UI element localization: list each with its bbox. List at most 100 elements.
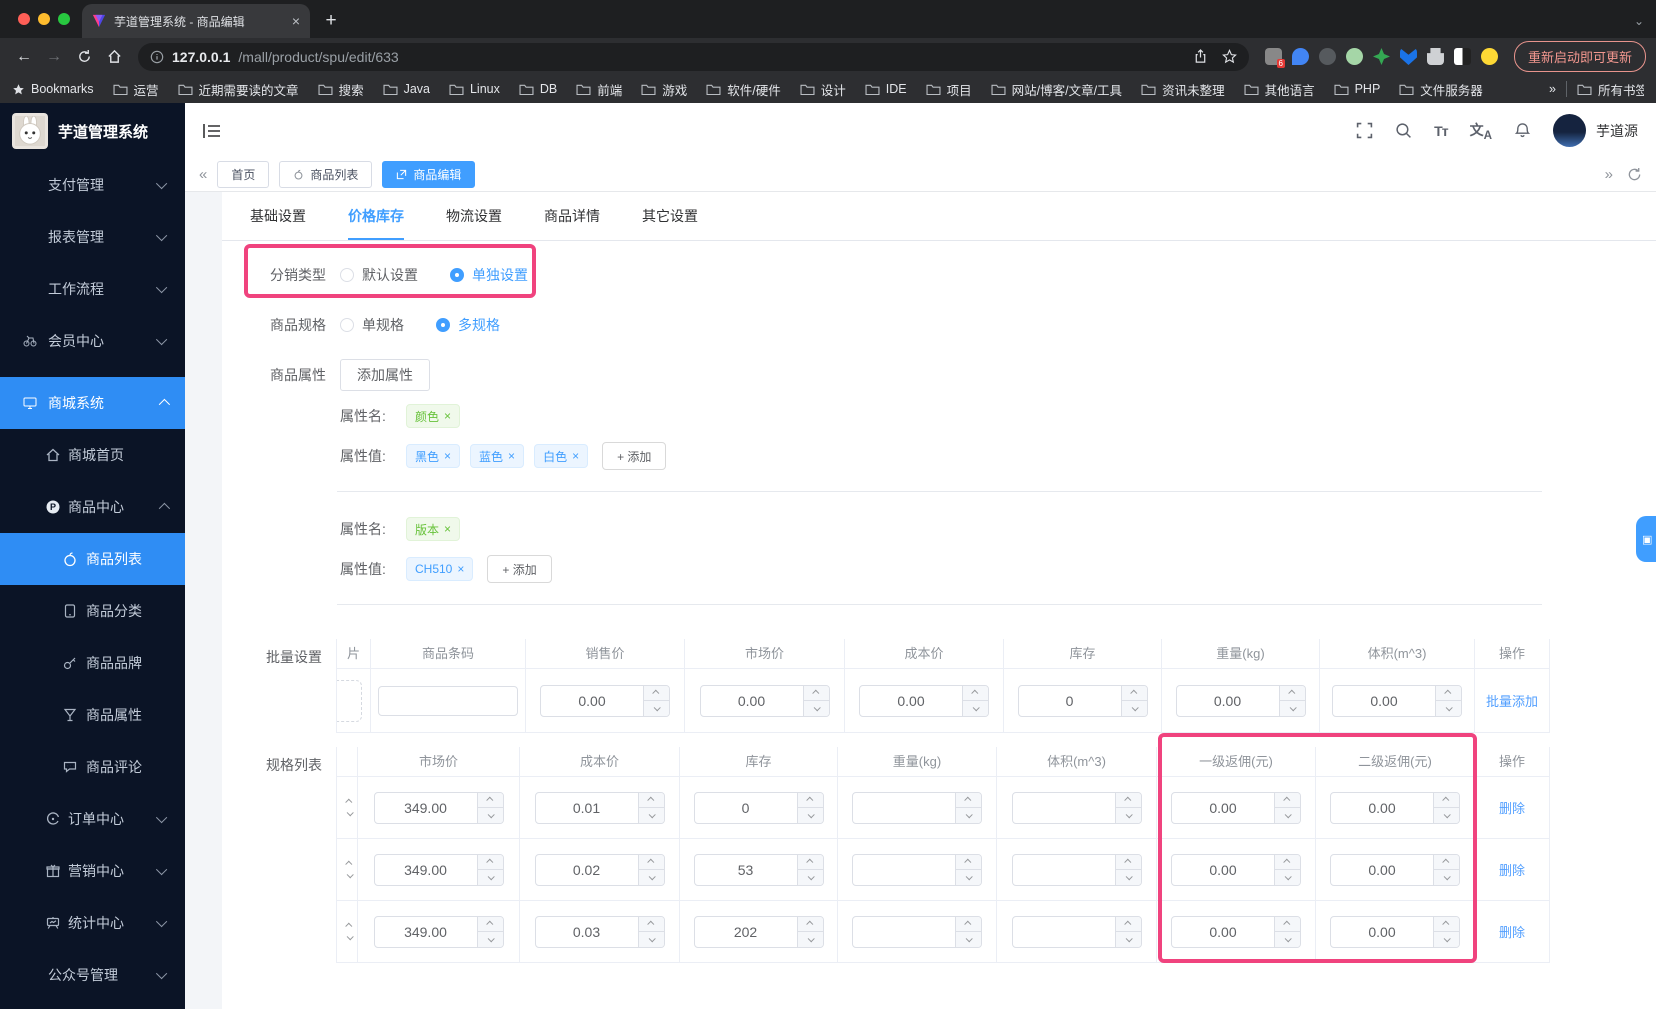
increase-button[interactable]: [1275, 916, 1300, 932]
stock-input[interactable]: [693, 791, 824, 824]
dark-extension-icon[interactable]: [1318, 48, 1336, 65]
close-window-button[interactable]: [18, 13, 30, 25]
volume-input[interactable]: [1011, 791, 1142, 824]
breadcrumb-tag-product-list[interactable]: 商品列表: [279, 161, 373, 188]
profile-avatar-icon[interactable]: [1480, 48, 1498, 65]
bookmark-folder[interactable]: 搜索: [318, 80, 364, 99]
bookmark-folder[interactable]: 其他语言: [1244, 80, 1315, 99]
bookmark-folder[interactable]: 文件服务器: [1399, 80, 1483, 99]
close-icon[interactable]: ×: [444, 449, 451, 463]
drop-extension-icon[interactable]: [1291, 48, 1309, 65]
radio-multi-spec[interactable]: 多规格: [436, 315, 500, 335]
star-extension-icon[interactable]: [1372, 48, 1390, 65]
decrease-button[interactable]: [956, 808, 981, 823]
adguard-extension-icon[interactable]: 6: [1264, 48, 1285, 68]
share-icon[interactable]: [1193, 49, 1208, 64]
decrease-button[interactable]: [963, 701, 988, 716]
sidebar-item-report[interactable]: 报表管理: [0, 211, 185, 263]
close-icon[interactable]: ×: [572, 449, 579, 463]
decrease-button[interactable]: [797, 870, 823, 885]
bookmark-folder[interactable]: 游戏: [641, 80, 687, 99]
tab-product-detail[interactable]: 商品详情: [544, 206, 600, 240]
increase-button[interactable]: [956, 916, 981, 932]
decrease-button[interactable]: [803, 701, 829, 716]
browser-tab[interactable]: 芋道管理系统 - 商品编辑 ×: [82, 4, 310, 38]
forward-icon[interactable]: →: [40, 43, 68, 71]
decrease-button[interactable]: [1115, 932, 1141, 947]
decrease-button[interactable]: [1121, 701, 1147, 716]
increase-button[interactable]: [477, 854, 503, 870]
sidebar-item-mall-system[interactable]: 商城系统: [0, 377, 185, 429]
weight-input[interactable]: [852, 915, 982, 948]
commission2-input[interactable]: [1330, 791, 1460, 824]
reload-icon[interactable]: [70, 43, 98, 71]
language-icon[interactable]: 文A: [1470, 120, 1492, 142]
decrease-button[interactable]: [956, 932, 981, 947]
bookmark-folder[interactable]: 项目: [926, 80, 972, 99]
bookmark-folder[interactable]: 网站/博客/文章/工具: [991, 80, 1122, 99]
commission1-input[interactable]: [1171, 915, 1301, 948]
restart-update-button[interactable]: 重新启动即可更新: [1513, 41, 1646, 72]
sidebar-item-payment[interactable]: 支付管理: [0, 159, 185, 211]
home-icon[interactable]: [100, 43, 128, 71]
batch-sale-price-input[interactable]: [540, 684, 670, 717]
delete-link[interactable]: 删除: [1499, 860, 1525, 879]
increase-button[interactable]: [1115, 792, 1141, 808]
decrease-button[interactable]: [1275, 808, 1300, 823]
sidebar-item-workflow[interactable]: 工作流程: [0, 263, 185, 315]
green-extension-icon[interactable]: [1345, 48, 1363, 65]
increase-button[interactable]: [1275, 854, 1300, 870]
decrease-button[interactable]: [797, 932, 823, 947]
font-size-icon[interactable]: Tт: [1434, 123, 1448, 139]
increase-button[interactable]: [803, 685, 829, 701]
decrease-button[interactable]: [1115, 808, 1141, 823]
stock-input[interactable]: [693, 915, 824, 948]
sidebar-item-statistics-center[interactable]: 统计中心: [0, 897, 185, 949]
increase-button[interactable]: [1121, 685, 1147, 701]
upload-image-box[interactable]: [337, 679, 362, 722]
decrease-button[interactable]: [1275, 870, 1300, 885]
double-right-icon[interactable]: »: [1605, 166, 1613, 183]
increase-button[interactable]: [1434, 792, 1459, 808]
double-left-icon[interactable]: «: [199, 166, 207, 183]
bookmark-folder[interactable]: 运营: [113, 80, 159, 99]
commission2-input[interactable]: [1330, 853, 1460, 886]
weight-input[interactable]: [852, 791, 982, 824]
decrease-button[interactable]: [1434, 808, 1459, 823]
tab-price-stock[interactable]: 价格库存: [348, 206, 404, 240]
back-icon[interactable]: ←: [10, 43, 38, 71]
increase-button[interactable]: [1115, 854, 1141, 870]
decrease-button[interactable]: [477, 870, 503, 885]
url-bar[interactable]: 127.0.0.1/mall/product/spu/edit/633: [138, 42, 1249, 71]
sidebar-item-member-center[interactable]: 会员中心: [0, 315, 185, 367]
tab-search-chevron-icon[interactable]: ⌄: [1634, 14, 1644, 28]
radio-separate-setting[interactable]: 单独设置: [450, 265, 528, 285]
commission1-input[interactable]: [1171, 791, 1301, 824]
add-attribute-button[interactable]: 添加属性: [340, 359, 430, 391]
radio-default-setting[interactable]: 默认设置: [340, 265, 418, 285]
add-value-button[interactable]: + 添加: [602, 442, 667, 470]
fullscreen-icon[interactable]: [1356, 122, 1373, 139]
star-icon[interactable]: [1222, 49, 1237, 64]
batch-weight-input[interactable]: [1175, 684, 1306, 717]
batch-cost-price-input[interactable]: [859, 684, 989, 717]
search-icon[interactable]: [1395, 122, 1412, 139]
close-icon[interactable]: ×: [444, 409, 451, 423]
zoom-window-button[interactable]: [58, 13, 70, 25]
delete-link[interactable]: 删除: [1499, 798, 1525, 817]
sidebar-item-marketing-center[interactable]: 营销中心: [0, 845, 185, 897]
market-price-input[interactable]: [373, 791, 504, 824]
increase-button[interactable]: [1115, 916, 1141, 932]
bookmarks-manager[interactable]: Bookmarks: [12, 82, 94, 96]
sidebar-item-product-list[interactable]: 商品列表: [0, 533, 185, 585]
bookmark-folder[interactable]: Linux: [449, 82, 500, 96]
close-icon[interactable]: ×: [444, 522, 451, 536]
breadcrumb-tag-product-edit[interactable]: 商品编辑: [382, 161, 476, 188]
decrease-button[interactable]: [644, 701, 669, 716]
floating-helper-button[interactable]: ▣: [1636, 516, 1656, 562]
increase-button[interactable]: [1434, 916, 1459, 932]
cost-price-input[interactable]: [534, 915, 665, 948]
close-icon[interactable]: ×: [457, 562, 464, 576]
market-price-input[interactable]: [373, 853, 504, 886]
minimize-window-button[interactable]: [38, 13, 50, 25]
